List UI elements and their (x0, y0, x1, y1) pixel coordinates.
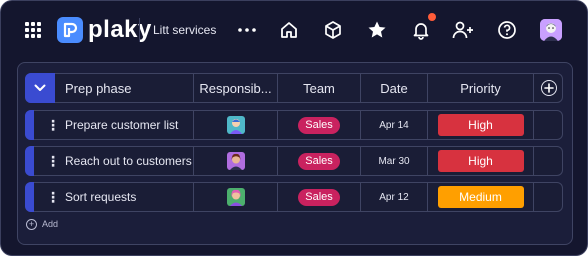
avatar (226, 152, 245, 170)
avatar[interactable] (540, 19, 562, 41)
priority-cell[interactable]: High (428, 147, 534, 175)
top-bar: plaky Litt services (1, 1, 587, 59)
priority-badge: High (437, 150, 524, 172)
help-icon[interactable] (496, 19, 518, 41)
item-name[interactable]: Sort requests (55, 183, 194, 211)
avatar (226, 188, 245, 206)
empty-cell (534, 111, 564, 139)
table-row[interactable]: ⋮ Sort requests Sales Apr 12 Medium (25, 182, 563, 212)
date-cell[interactable]: Apr 12 (361, 183, 428, 211)
responsible-cell[interactable] (194, 111, 278, 139)
app-window: plaky Litt services Prep phase Responsib… (0, 0, 588, 256)
star-icon[interactable] (366, 19, 388, 41)
team-cell[interactable]: Sales (278, 183, 361, 211)
column-header-team[interactable]: Team (278, 74, 361, 102)
team-cell[interactable]: Sales (278, 111, 361, 139)
row-color-marker (25, 182, 34, 212)
table-row[interactable]: ⋮ Prepare customer list Sales Apr 14 Hig… (25, 110, 563, 140)
item-name[interactable]: Prepare customer list (55, 111, 194, 139)
collapse-group-button[interactable] (25, 73, 55, 103)
column-header-date[interactable]: Date (361, 74, 428, 102)
plus-icon (541, 80, 557, 96)
board-table: Prep phase Responsib... Team Date Priori… (17, 62, 573, 245)
row-color-marker (25, 110, 34, 140)
box-icon[interactable] (322, 19, 344, 41)
priority-cell[interactable]: Medium (428, 183, 534, 211)
add-column-button[interactable] (534, 74, 564, 102)
team-badge: Sales (298, 116, 340, 134)
priority-cell[interactable]: High (428, 111, 534, 139)
add-item-button[interactable]: + Add (26, 215, 58, 233)
add-item-label: Add (42, 219, 59, 229)
plus-icon: + (26, 218, 37, 230)
column-header-responsible[interactable]: Responsib... (194, 74, 278, 102)
brand-name: plaky (88, 16, 152, 43)
priority-badge: High (437, 114, 524, 136)
team-cell[interactable]: Sales (278, 147, 361, 175)
column-header-name[interactable]: Prep phase (55, 74, 194, 102)
add-user-icon[interactable] (452, 19, 474, 41)
table-header: Prep phase Responsib... Team Date Priori… (25, 73, 563, 103)
column-header-priority[interactable]: Priority (428, 74, 534, 102)
empty-cell (534, 147, 564, 175)
apps-grid-icon[interactable] (23, 20, 43, 40)
responsible-cell[interactable] (194, 183, 278, 211)
priority-badge: Medium (437, 186, 524, 208)
empty-cell (534, 183, 564, 211)
bell-icon[interactable] (410, 19, 432, 41)
date-cell[interactable]: Mar 30 (361, 147, 428, 175)
workspace-name[interactable]: Litt services (153, 21, 216, 39)
date-cell[interactable]: Apr 14 (361, 111, 428, 139)
more-icon[interactable] (235, 20, 259, 40)
home-icon[interactable] (278, 19, 300, 41)
logo-icon[interactable] (57, 17, 83, 43)
team-badge: Sales (298, 152, 340, 170)
team-badge: Sales (298, 188, 340, 206)
row-color-marker (25, 146, 34, 176)
chevron-down-icon (34, 84, 46, 91)
notification-dot (428, 13, 436, 21)
table-row[interactable]: ⋮ Reach out to customers Sales Mar 30 Hi… (25, 146, 563, 176)
avatar (226, 116, 245, 134)
divider (139, 18, 140, 42)
responsible-cell[interactable] (194, 147, 278, 175)
item-name[interactable]: Reach out to customers (55, 147, 194, 175)
